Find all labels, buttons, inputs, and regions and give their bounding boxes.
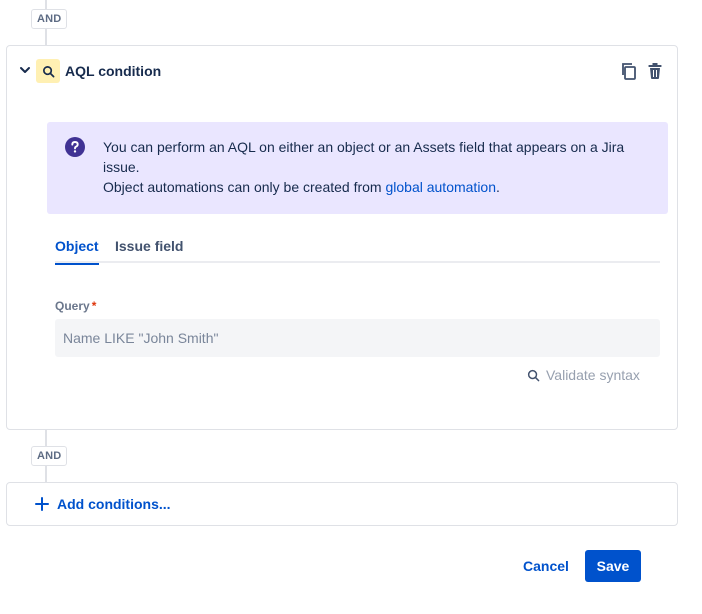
rule-editor: AND AQL condition You can perform an AQL… <box>0 0 702 614</box>
tab-issue-field[interactable]: Issue field <box>115 238 183 265</box>
required-marker: * <box>91 299 97 313</box>
info-line-1: You can perform an AQL on either an obje… <box>103 139 625 175</box>
search-icon <box>42 65 54 77</box>
trash-icon[interactable] <box>647 62 663 80</box>
tab-object[interactable]: Object <box>55 238 99 265</box>
copy-icon[interactable] <box>619 61 639 81</box>
validate-syntax-button[interactable]: Validate syntax <box>527 365 640 385</box>
search-icon <box>527 369 540 381</box>
and-badge-bottom: AND <box>31 446 68 466</box>
validate-syntax-label: Validate syntax <box>546 367 640 383</box>
condition-title: AQL condition <box>65 63 162 79</box>
info-line-2-prefix: Object automations can only be created f… <box>103 179 386 195</box>
query-source-tabs: Object Issue field <box>55 236 660 265</box>
plus-icon <box>35 497 49 511</box>
info-line-2-suffix: . <box>496 179 500 195</box>
add-conditions-button[interactable]: Add conditions... <box>6 482 678 526</box>
info-message: You can perform an AQL on either an obje… <box>103 137 655 197</box>
aql-condition-card: AQL condition You can perform an AQL on … <box>6 45 678 430</box>
add-conditions-label: Add conditions... <box>57 496 171 512</box>
query-label: Query * <box>55 299 96 313</box>
and-badge-top: AND <box>31 9 68 29</box>
global-automation-link[interactable]: global automation <box>385 179 496 195</box>
condition-type-icon <box>36 59 60 83</box>
condition-header: AQL condition <box>7 46 677 98</box>
cancel-button[interactable]: Cancel <box>513 551 579 581</box>
chevron-down-icon[interactable] <box>19 64 31 76</box>
question-circle-icon <box>65 137 85 157</box>
query-label-text: Query <box>55 299 90 313</box>
query-input[interactable] <box>55 319 660 357</box>
info-panel: You can perform an AQL on either an obje… <box>47 122 668 214</box>
save-button[interactable]: Save <box>585 550 641 582</box>
